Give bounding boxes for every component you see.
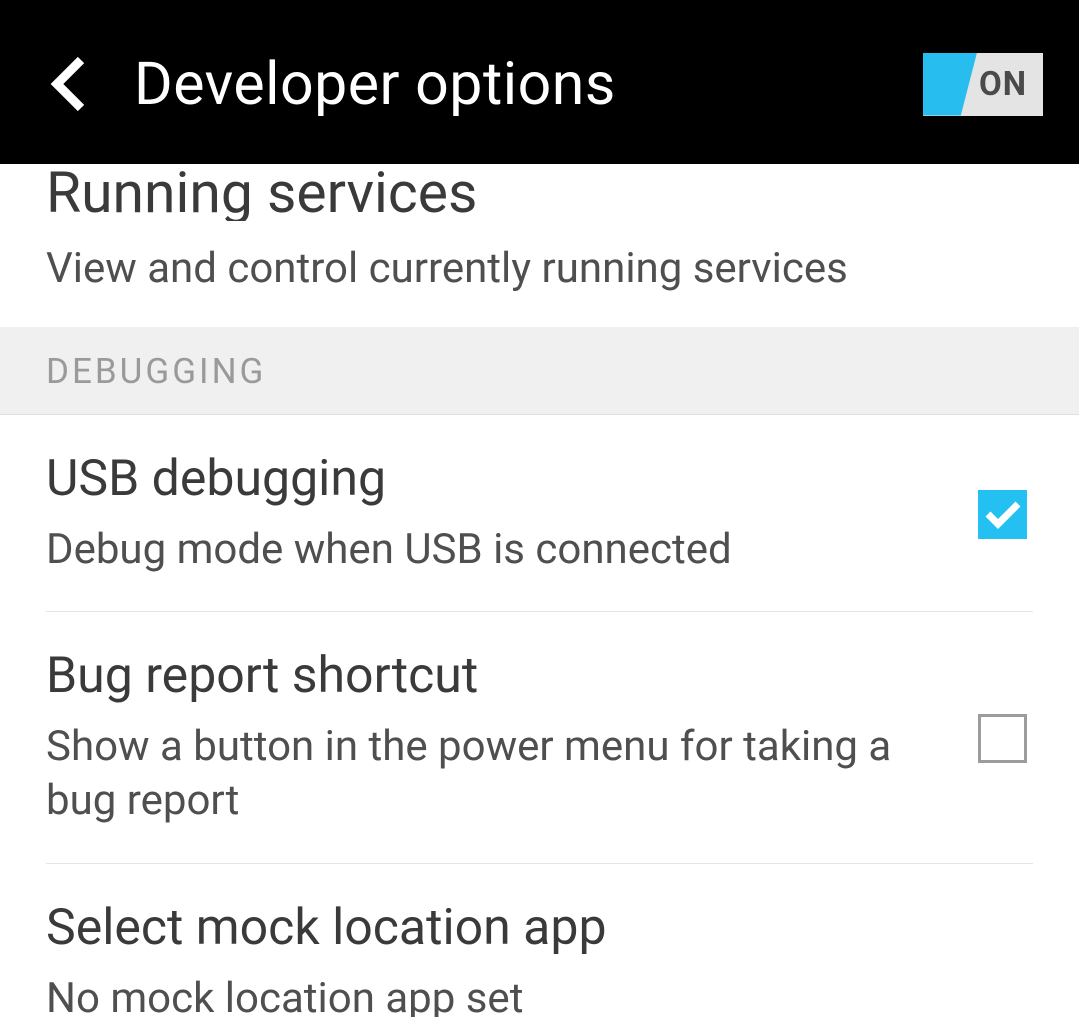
app-header: Developer options ON: [0, 0, 1079, 168]
item-subtitle: Show a button in the power menu for taki…: [46, 720, 938, 829]
settings-list: USB debugging Debug mode when USB is con…: [0, 415, 1079, 1017]
item-text: Bug report shortcut Show a button in the…: [46, 648, 978, 829]
section-header-debugging: DEBUGGING: [0, 327, 1079, 415]
item-subtitle: No mock location app set: [46, 972, 993, 1017]
back-icon[interactable]: [40, 55, 98, 113]
list-item-running-services[interactable]: Running services View and control curren…: [0, 164, 1079, 327]
header-left: Developer options: [40, 50, 616, 119]
item-text: Select mock location app No mock locatio…: [46, 900, 1033, 1017]
item-title: Running services: [46, 164, 1033, 221]
item-title: Bug report shortcut: [46, 648, 938, 706]
list-item-bug-report-shortcut[interactable]: Bug report shortcut Show a button in the…: [46, 612, 1033, 864]
item-subtitle: View and control currently running servi…: [46, 245, 1033, 293]
content-area: Running services View and control curren…: [0, 164, 1079, 1017]
list-item-usb-debugging[interactable]: USB debugging Debug mode when USB is con…: [46, 415, 1033, 612]
item-text: USB debugging Debug mode when USB is con…: [46, 451, 978, 577]
toggle-label: ON: [979, 65, 1027, 104]
checkbox-bug-report[interactable]: [978, 714, 1027, 763]
list-item-mock-location[interactable]: Select mock location app No mock locatio…: [46, 864, 1033, 1017]
item-title: USB debugging: [46, 451, 938, 509]
page-title: Developer options: [134, 50, 616, 119]
check-icon: [985, 499, 1021, 529]
master-toggle[interactable]: ON: [923, 53, 1043, 116]
toggle-indicator: [923, 53, 977, 116]
item-subtitle: Debug mode when USB is connected: [46, 523, 938, 578]
checkbox-usb-debugging[interactable]: [978, 490, 1027, 539]
item-title: Select mock location app: [46, 900, 993, 958]
